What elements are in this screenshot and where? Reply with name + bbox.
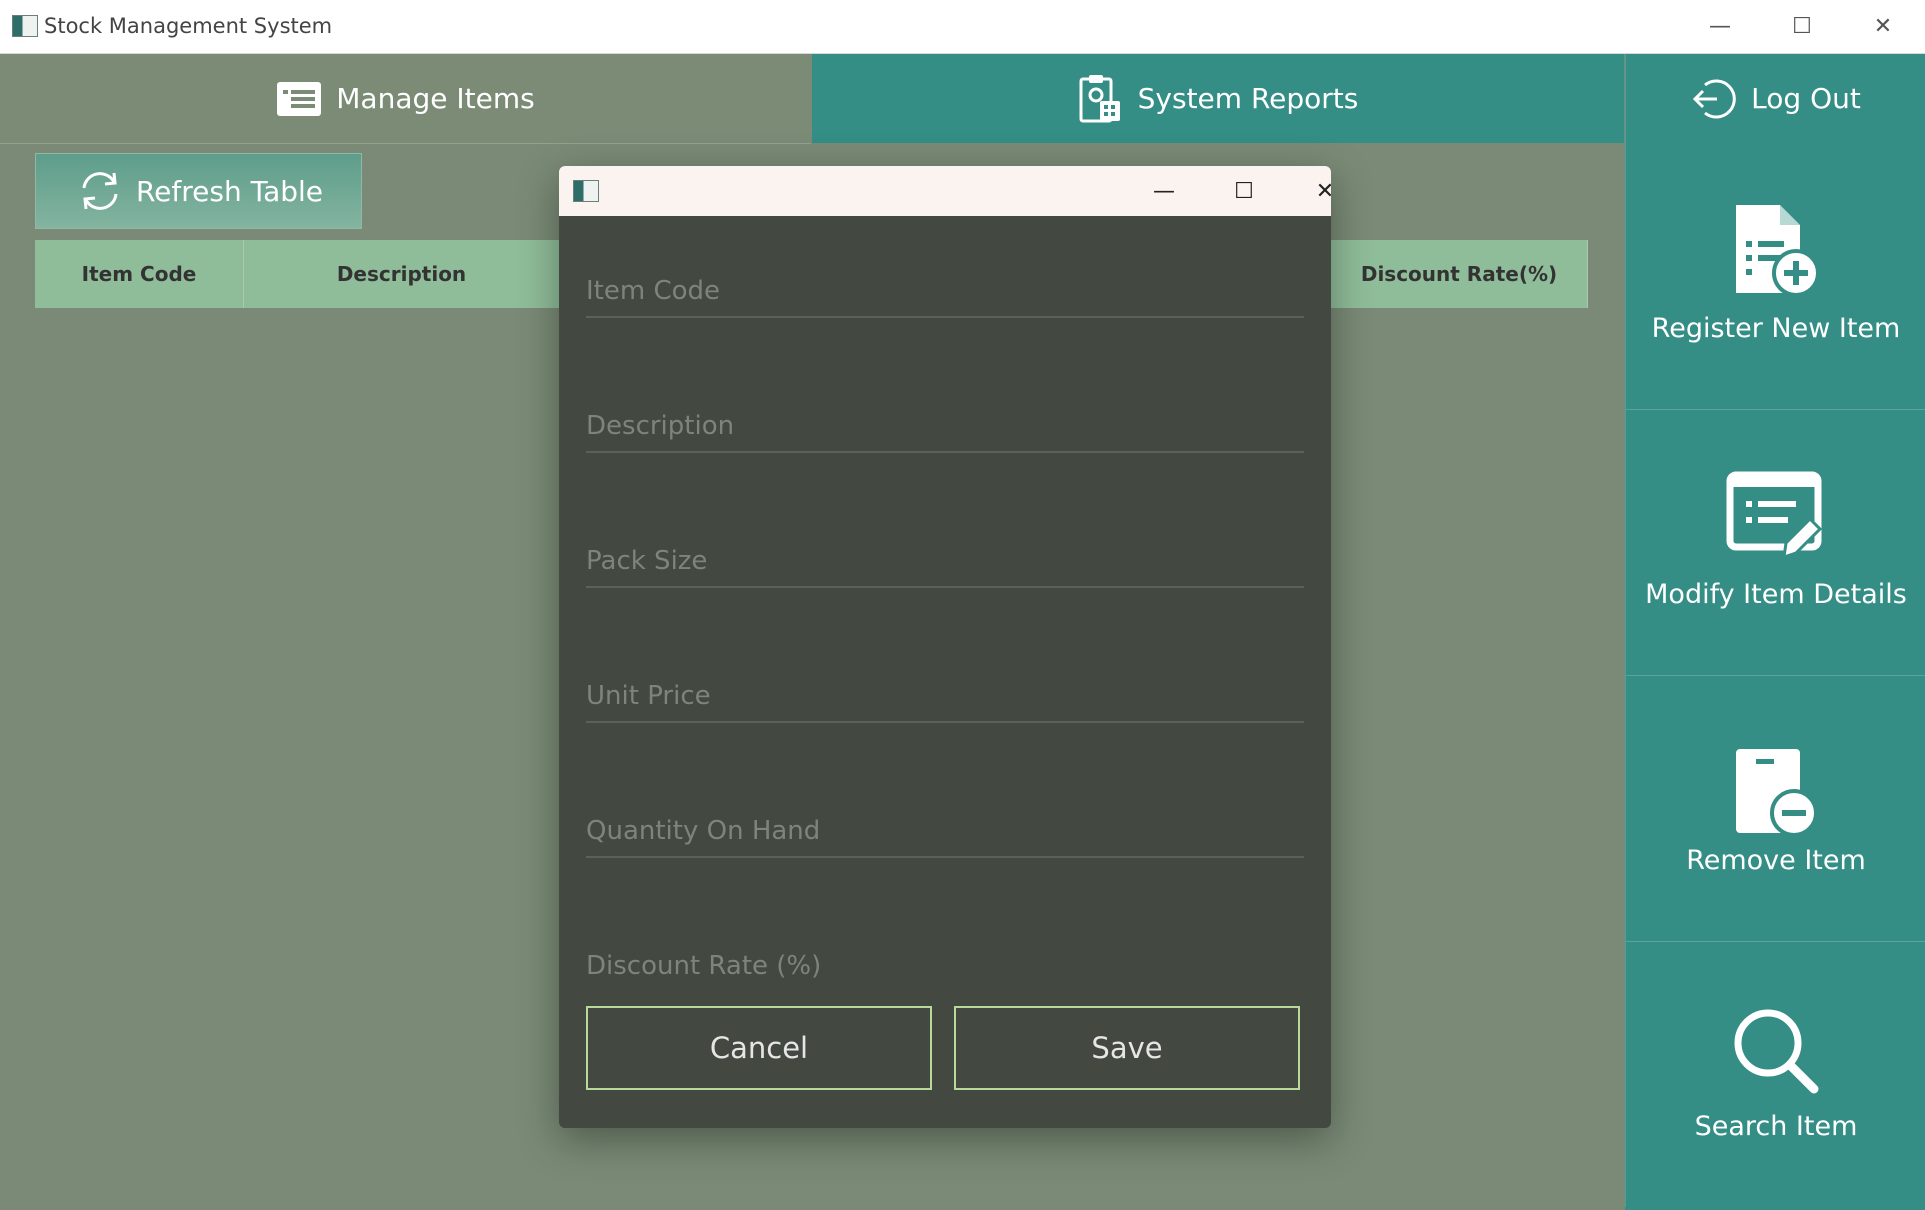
- refresh-table-button[interactable]: Refresh Table: [35, 153, 362, 229]
- window-title: Stock Management System: [44, 14, 333, 38]
- remove-item-button[interactable]: Remove Item: [1625, 675, 1925, 942]
- description-field: [586, 403, 1304, 453]
- dialog-app-icon: [573, 180, 599, 202]
- discount-rate-input[interactable]: [586, 943, 1304, 989]
- document-add-icon: [1730, 203, 1822, 306]
- save-button[interactable]: Save: [954, 1006, 1300, 1090]
- pack-size-field: [586, 538, 1304, 588]
- tab-system-reports[interactable]: System Reports: [812, 54, 1624, 143]
- refresh-icon: [74, 168, 126, 214]
- column-header-discount-rate[interactable]: Discount Rate(%): [1331, 240, 1588, 308]
- tab-system-reports-label: System Reports: [1137, 82, 1359, 115]
- discount-rate-field: [586, 943, 1304, 991]
- search-item-button[interactable]: Search Item: [1625, 941, 1925, 1207]
- remove-item-label: Remove Item: [1686, 845, 1866, 876]
- edit-document-icon: [1726, 469, 1826, 568]
- quantity-on-hand-field: [586, 808, 1304, 858]
- search-item-label: Search Item: [1694, 1111, 1858, 1142]
- logout-button[interactable]: Log Out: [1625, 54, 1925, 143]
- register-new-item-label: Register New Item: [1651, 313, 1901, 344]
- tab-manage-items-label: Manage Items: [336, 82, 535, 115]
- modify-item-details-label: Modify Item Details: [1645, 579, 1907, 610]
- register-item-dialog: — ☐ ✕ Cancel Save: [559, 166, 1331, 1128]
- quantity-on-hand-input[interactable]: [586, 808, 1304, 854]
- app-icon: [12, 15, 38, 37]
- list-icon: [276, 81, 322, 117]
- pack-size-input[interactable]: [586, 538, 1304, 584]
- window-titlebar: Stock Management System — ☐ ✕: [0, 0, 1925, 54]
- unit-price-field: [586, 673, 1304, 723]
- item-code-input[interactable]: [586, 268, 1304, 314]
- logout-icon: [1691, 77, 1737, 121]
- cancel-button[interactable]: Cancel: [586, 1006, 932, 1090]
- modify-item-details-button[interactable]: Modify Item Details: [1625, 409, 1925, 676]
- item-code-field: [586, 268, 1304, 318]
- refresh-table-label: Refresh Table: [135, 174, 324, 208]
- close-button[interactable]: ✕: [1843, 0, 1923, 53]
- logout-label: Log Out: [1751, 82, 1861, 115]
- column-header-item-code[interactable]: Item Code: [35, 240, 244, 308]
- dialog-minimize-button[interactable]: —: [1129, 166, 1199, 216]
- document-remove-icon: [1730, 747, 1822, 846]
- dialog-close-button[interactable]: ✕: [1290, 166, 1331, 216]
- register-new-item-button[interactable]: Register New Item: [1625, 143, 1925, 410]
- side-action-panel: Register New Item Modify Item Details Re…: [1625, 143, 1925, 1210]
- tab-manage-items[interactable]: Manage Items: [0, 54, 811, 144]
- search-icon: [1730, 1005, 1822, 1104]
- column-header-description[interactable]: Description: [244, 240, 560, 308]
- dialog-titlebar: — ☐ ✕: [559, 166, 1331, 216]
- unit-price-input[interactable]: [586, 673, 1304, 719]
- report-icon: [1078, 73, 1124, 125]
- maximize-button[interactable]: ☐: [1762, 0, 1842, 53]
- dialog-maximize-button[interactable]: ☐: [1209, 166, 1279, 216]
- minimize-button[interactable]: —: [1680, 0, 1760, 53]
- description-input[interactable]: [586, 403, 1304, 449]
